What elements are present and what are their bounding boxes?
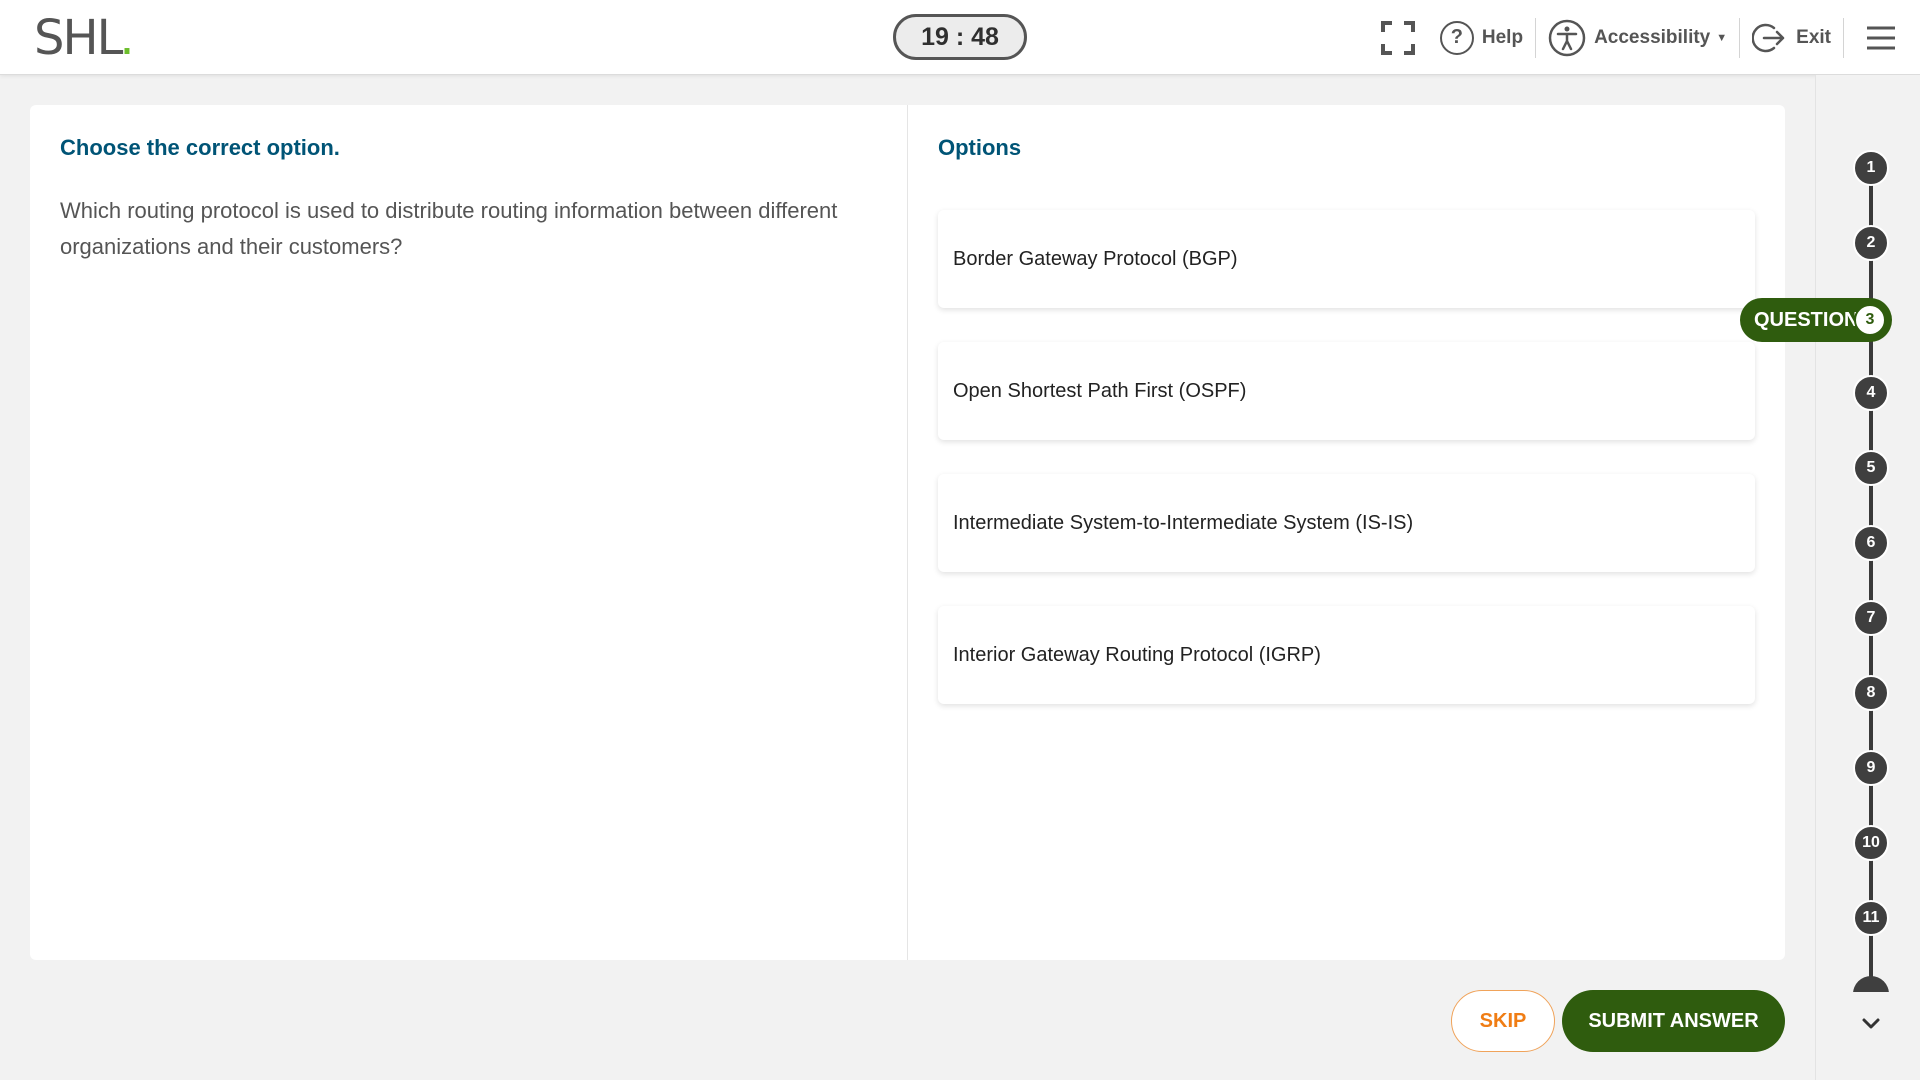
answer-option[interactable]: Interior Gateway Routing Protocol (IGRP) — [938, 606, 1755, 704]
menu-button[interactable] — [1844, 0, 1920, 75]
chevron-down-icon[interactable] — [1859, 1012, 1883, 1036]
question-step-partial — [1853, 976, 1889, 992]
question-step[interactable]: 10 — [1853, 825, 1889, 861]
answer-option[interactable]: Open Shortest Path First (OSPF) — [938, 342, 1755, 440]
option-label: Open Shortest Path First (OSPF) — [953, 379, 1247, 402]
question-card: Choose the correct option. Which routing… — [30, 105, 1785, 960]
question-step[interactable]: 4 — [1853, 375, 1889, 411]
exit-label: Exit — [1796, 26, 1831, 48]
step-number: 10 — [1862, 834, 1880, 851]
question-step[interactable]: 9 — [1853, 750, 1889, 786]
step-number: 9 — [1866, 759, 1876, 776]
top-bar: SHL. 19 : 48 ? Help Accessibility ▼ Exit — [0, 0, 1920, 75]
current-question-number: 3 — [1854, 304, 1886, 336]
countdown-timer: 19 : 48 — [893, 14, 1027, 60]
accessibility-icon — [1548, 19, 1586, 56]
timer-value: 19 : 48 — [921, 22, 999, 51]
fullscreen-button[interactable] — [1368, 0, 1428, 75]
step-number: 7 — [1866, 609, 1876, 626]
question-mark-icon: ? — [1439, 20, 1474, 55]
step-number: 11 — [1862, 909, 1880, 926]
option-label: Interior Gateway Routing Protocol (IGRP) — [953, 643, 1321, 666]
answer-option[interactable]: Intermediate System-to-Intermediate Syst… — [938, 474, 1755, 572]
option-label: Border Gateway Protocol (BGP) — [953, 247, 1238, 270]
caret-down-icon: ▼ — [1716, 31, 1728, 44]
exit-icon — [1752, 23, 1785, 52]
header-tools: ? Help Accessibility ▼ Exit — [1368, 0, 1920, 75]
logo-text: SHL — [34, 10, 123, 66]
question-step[interactable]: 2 — [1853, 225, 1889, 261]
option-label: Intermediate System-to-Intermediate Syst… — [953, 511, 1414, 534]
fullscreen-icon — [1380, 20, 1415, 55]
question-step[interactable]: 11 — [1853, 900, 1889, 936]
accessibility-dropdown[interactable]: Accessibility ▼ — [1536, 0, 1739, 75]
step-number: 6 — [1866, 534, 1876, 551]
step-number: 2 — [1866, 234, 1876, 251]
question-step[interactable]: 8 — [1853, 675, 1889, 711]
step-number: 4 — [1866, 384, 1876, 401]
question-instruction: Choose the correct option. — [60, 135, 340, 160]
hamburger-menu-icon — [1867, 26, 1895, 49]
step-number: 8 — [1866, 684, 1876, 701]
answer-option[interactable]: Border Gateway Protocol (BGP) — [938, 210, 1755, 308]
skip-button[interactable]: SKIP — [1451, 990, 1555, 1052]
current-question-label: QUESTION — [1754, 308, 1859, 331]
question-step[interactable]: 6 — [1853, 525, 1889, 561]
step-number: 1 — [1866, 159, 1876, 176]
navigator-line — [1869, 160, 1873, 990]
current-question-indicator[interactable]: QUESTION 3 — [1740, 298, 1892, 342]
options-title: Options — [938, 135, 1022, 160]
step-number: 5 — [1866, 459, 1876, 476]
question-step[interactable]: 1 — [1853, 150, 1889, 186]
shl-logo: SHL. — [34, 10, 135, 66]
question-step[interactable]: 7 — [1853, 600, 1889, 636]
skip-label: SKIP — [1479, 1009, 1527, 1032]
submit-answer-button[interactable]: SUBMIT ANSWER — [1562, 990, 1785, 1052]
submit-label: SUBMIT ANSWER — [1588, 1009, 1759, 1032]
panel-divider — [907, 105, 908, 960]
question-text: Which routing protocol is used to distri… — [60, 198, 838, 259]
logo-dot: . — [119, 10, 134, 66]
help-label: Help — [1481, 26, 1524, 48]
exit-button[interactable]: Exit — [1740, 0, 1843, 75]
question-step[interactable]: 5 — [1853, 450, 1889, 486]
help-button[interactable]: ? Help — [1428, 0, 1535, 75]
accessibility-label: Accessibility — [1594, 26, 1711, 48]
